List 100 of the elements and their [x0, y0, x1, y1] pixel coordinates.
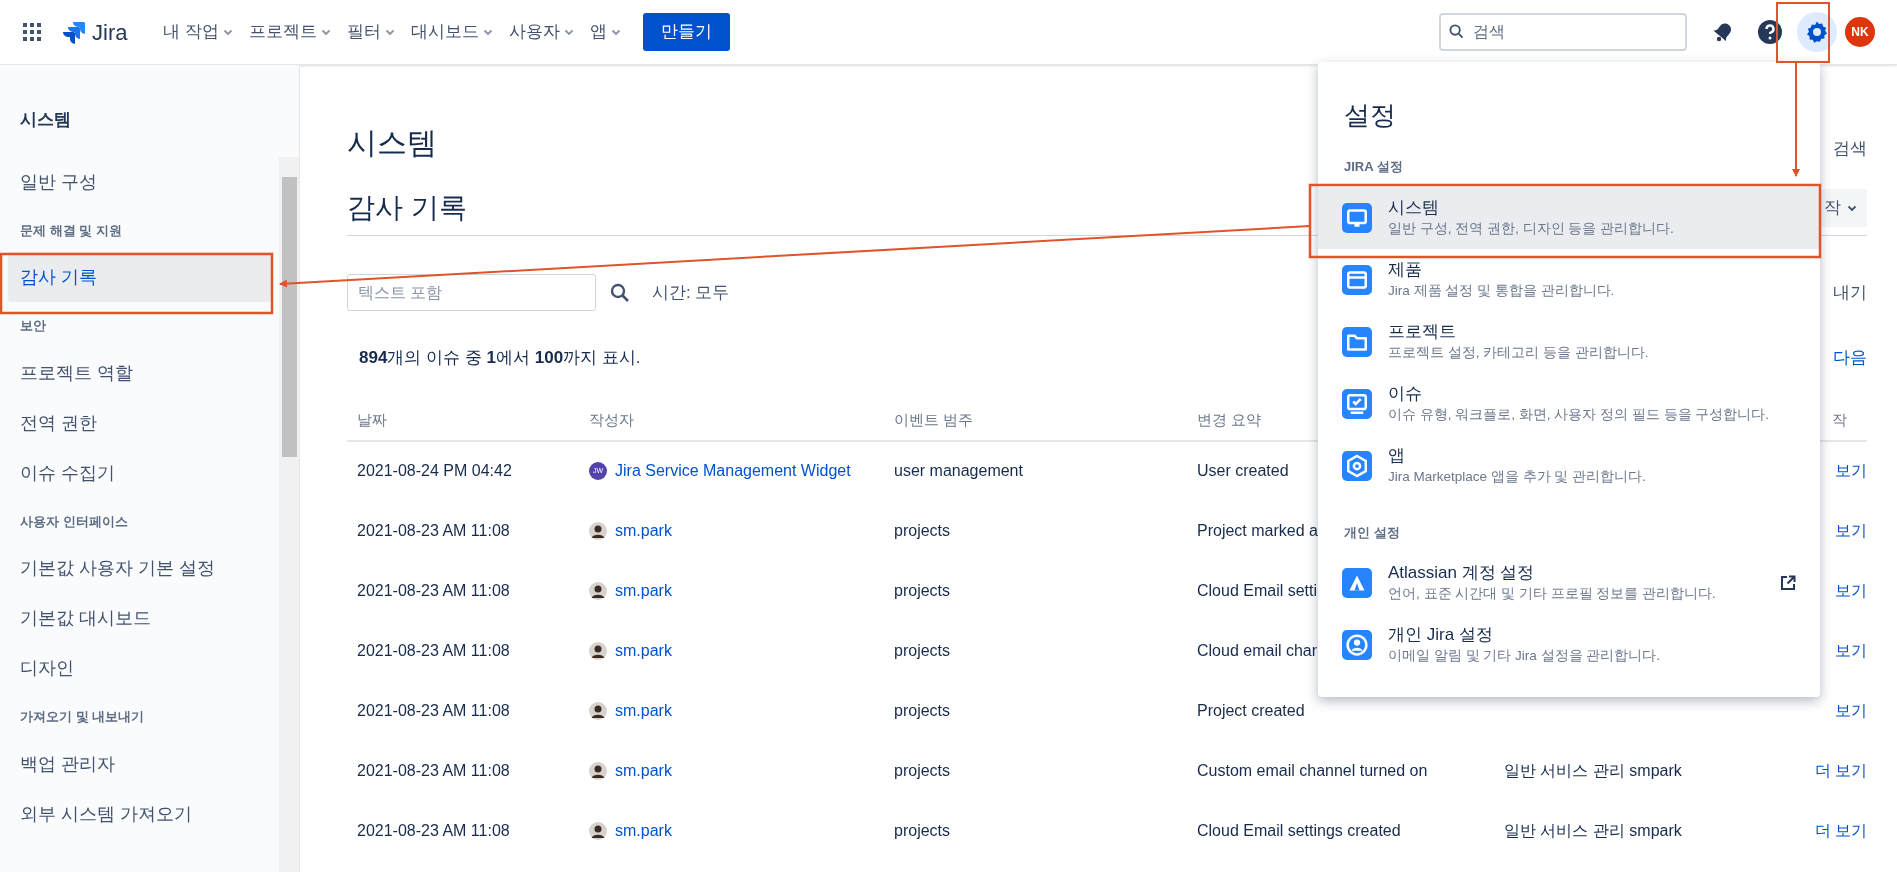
search-link[interactable]: 검색 [1833, 135, 1867, 161]
details-link[interactable]: 보기 [1835, 581, 1867, 599]
user-avatar [589, 761, 607, 780]
nav-menu[interactable]: 앱 [590, 13, 622, 51]
column-header[interactable]: 작성자 [589, 410, 634, 428]
menu-item-description: 이메일 알림 및 기타 Jira 설정을 관리합니다. [1388, 647, 1660, 665]
table-cell: projects [894, 761, 951, 779]
column-header[interactable]: 작 [1832, 410, 1847, 428]
details-link[interactable]: 보기 [1835, 521, 1867, 539]
user-link[interactable]: Jira Service Management Widget [615, 459, 851, 483]
menu-item-title: 제품 [1388, 258, 1422, 281]
chevron-down-icon [385, 27, 396, 37]
menu-item[interactable]: 시스템 일반 구성, 전역 권한, 디자인 등을 관리합니다. [1318, 186, 1820, 249]
sidebar-item[interactable]: 외부 시스템 가져오기 [8, 788, 273, 839]
settings-icon [1805, 20, 1829, 44]
table-cell: 2021-08-23 AM 11:08 [357, 761, 510, 779]
table-cell: 2021-08-23 AM 11:08 [357, 521, 510, 539]
user-link[interactable]: sm.park [615, 818, 672, 843]
app-grid-icon[interactable] [22, 22, 42, 42]
user-avatar [589, 641, 607, 660]
user-link[interactable]: sm.park [615, 638, 672, 663]
sidebar-item[interactable]: 이슈 수집기 [8, 447, 273, 498]
search-icon[interactable] [610, 282, 630, 303]
export-link[interactable]: 내기 [1833, 279, 1867, 306]
details-link[interactable]: 보기 [1835, 641, 1867, 659]
menu-item-title: Atlassian 계정 설정 [1388, 562, 1535, 584]
sidebar-title: 시스템 [19, 109, 72, 131]
help-icon[interactable] [1757, 19, 1783, 45]
menu-item[interactable]: Atlassian 계정 설정 언어, 표준 시간대 및 기타 프로필 정보를 관리합니다. [1318, 552, 1820, 614]
app-name[interactable]: Jira [92, 15, 128, 49]
sidebar-item[interactable]: 기본값 대시보드 [8, 593, 273, 643]
section-label: 보안 [19, 317, 47, 335]
menu-item-description: 언어, 표준 시간대 및 기타 프로필 정보를 관리합니다. [1388, 585, 1716, 603]
details-link[interactable]: 더 보기 [1814, 821, 1867, 839]
create-button[interactable]: 만들기 [643, 13, 731, 51]
chevron-down-icon [564, 27, 575, 37]
table-cell: 2021-08-23 AM 11:08 [357, 701, 510, 719]
section-label: 사용자 인터페이스 [19, 512, 129, 531]
table-cell: User created [1197, 462, 1289, 479]
search-field[interactable]: 검색 [1439, 13, 1687, 51]
user-link[interactable]: sm.park [615, 578, 672, 603]
table-cell: projects [894, 701, 951, 719]
scrollbar[interactable] [279, 157, 299, 872]
time-filter[interactable]: 시간: 모두 [652, 279, 730, 306]
person-icon [1342, 630, 1372, 660]
table-cell: 2021-08-23 AM 11:08 [357, 821, 510, 839]
details-link[interactable]: 보기 [1835, 462, 1867, 479]
menu-item-title: 개인 Jira 설정 [1388, 624, 1493, 646]
settings-button[interactable] [1797, 12, 1837, 52]
table-cell: Cloud Email setti [1197, 581, 1318, 599]
screen-icon [1342, 388, 1372, 419]
menu-item-description: Jira Marketplace 앱을 추가 및 관리합니다. [1388, 467, 1646, 486]
nav-menu[interactable]: 필터 [347, 13, 396, 51]
details-link[interactable]: 더 보기 [1814, 761, 1867, 779]
chevron-down-icon [483, 27, 494, 37]
user-avatar [589, 821, 607, 840]
sidebar-item[interactable]: 기본값 사용자 기본 설정 [8, 543, 273, 593]
sidebar-item[interactable]: 전역 권한 [8, 397, 273, 448]
table-cell: 일반 서비스 관리 smpark [1504, 761, 1682, 779]
sidebar-item[interactable]: 디자인 [8, 643, 273, 693]
user-link[interactable]: sm.park [615, 518, 672, 543]
menu-item-title: 프로젝트 [1388, 320, 1456, 343]
column-header[interactable]: 이벤트 범주 [894, 410, 974, 428]
column-header[interactable]: 변경 요약 [1197, 410, 1262, 428]
table-cell: Custom email channel turned on [1197, 761, 1428, 779]
menu-item[interactable]: 제품 Jira 제품 설정 및 통합을 관리합니다. [1318, 248, 1820, 311]
menu-item[interactable]: 앱 Jira Marketplace 앱을 추가 및 관리합니다. [1318, 434, 1820, 497]
nav-menu[interactable]: 사용자 [509, 13, 575, 51]
section-label: 개인 설정 [1343, 523, 1401, 542]
chevron-down-icon [611, 27, 622, 37]
nav-menu[interactable]: 프로젝트 [249, 13, 332, 51]
menu-item[interactable]: 프로젝트 프로젝트 설정, 카테고리 등을 관리합니다. [1318, 310, 1820, 373]
sidebar-item[interactable]: 백업 관리자 [8, 738, 273, 789]
user-avatar[interactable]: NK [1845, 17, 1875, 47]
menu-item[interactable]: 이슈 이슈 유형, 워크플로, 화면, 사용자 정의 필드 등을 구성합니다. [1318, 372, 1820, 435]
user-link[interactable]: sm.park [615, 758, 672, 783]
highlight-box [1776, 2, 1830, 63]
table-cell: 2021-08-23 AM 11:08 [357, 641, 510, 659]
next-link[interactable]: 다음 [1833, 345, 1867, 371]
section-label: 문제 해결 및 지원 [19, 221, 123, 240]
user-link[interactable]: sm.park [615, 698, 672, 723]
table-cell: projects [894, 641, 951, 659]
menu-item-description: 이슈 유형, 워크플로, 화면, 사용자 정의 필드 등을 구성합니다. [1388, 405, 1769, 424]
search-icon [1449, 24, 1464, 39]
result-summary: 894개의 이슈 중 1에서 100까지 표시. [359, 347, 641, 369]
menu-title: 설정 [1343, 99, 1397, 132]
nav-menu[interactable]: 대시보드 [411, 13, 494, 51]
sidebar-item[interactable]: 일반 구성 [8, 156, 273, 207]
jira-logo-icon[interactable] [62, 20, 86, 44]
nav-menu[interactable]: 내 작업 [163, 13, 234, 51]
details-link[interactable]: 보기 [1835, 701, 1867, 719]
menu-item-description: Jira 제품 설정 및 통합을 관리합니다. [1388, 281, 1615, 300]
sidebar-item[interactable]: 감사 기록 [8, 252, 273, 302]
column-header[interactable]: 날짜 [357, 410, 387, 428]
table-cell: 2021-08-23 AM 11:08 [357, 581, 510, 599]
table-cell: projects [894, 821, 951, 839]
sidebar-item[interactable]: 프로젝트 역할 [8, 347, 273, 398]
menu-item[interactable]: 개인 Jira 설정 이메일 알림 및 기타 Jira 설정을 관리합니다. [1318, 614, 1820, 676]
menu-item-description: 일반 구성, 전역 권한, 디자인 등을 관리합니다. [1388, 219, 1674, 238]
text-filter-field[interactable]: 텍스트 포함 [347, 274, 596, 311]
